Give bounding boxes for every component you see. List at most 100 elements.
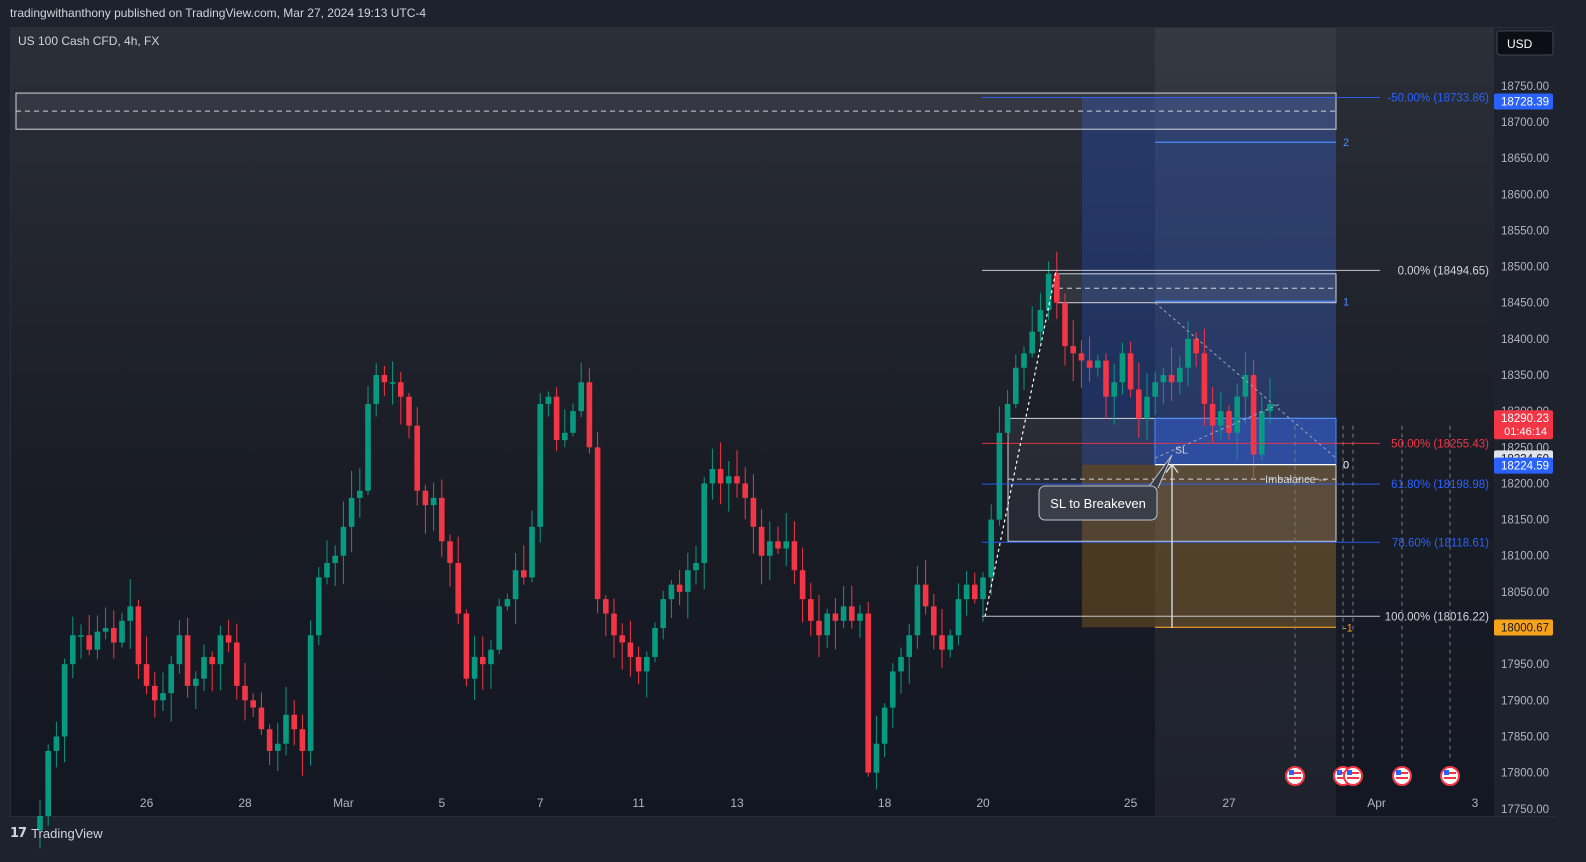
fib-level-label: 50.00% (18255.43) — [1391, 438, 1489, 450]
candle-body — [693, 562, 699, 571]
time-tick: 27 — [1222, 796, 1236, 810]
candle-body — [135, 606, 142, 665]
candle-body — [1136, 389, 1142, 419]
price-tick: 18050.00 — [1501, 587, 1549, 599]
candle-body — [1111, 382, 1117, 397]
time-tick: 13 — [730, 796, 744, 810]
candle-body — [61, 664, 68, 737]
candle-body — [299, 729, 306, 751]
price-badge-label: 18000.67 — [1501, 623, 1549, 635]
candle-body — [988, 519, 994, 578]
candle-body — [340, 526, 347, 556]
price-tick: 17900.00 — [1501, 695, 1549, 707]
candle-body — [176, 635, 183, 665]
candle-body — [1013, 367, 1019, 404]
candle-body — [152, 685, 158, 701]
candle-body — [709, 468, 716, 484]
footer: 𝟭𝟳 TradingView — [0, 820, 1586, 862]
time-tick: 28 — [238, 796, 252, 810]
us-flag-canton — [1396, 770, 1401, 775]
candle-body — [734, 476, 740, 484]
candle-body — [947, 635, 953, 650]
candle-body — [94, 631, 101, 650]
candle-body — [455, 562, 461, 614]
currency-label: USD — [1507, 37, 1533, 51]
candle-body — [275, 743, 281, 751]
candle-body — [939, 635, 945, 650]
price-tick: 17950.00 — [1501, 659, 1549, 671]
candle-body — [217, 635, 224, 665]
candle-body — [1144, 396, 1150, 419]
time-tick: 18 — [878, 796, 892, 810]
candle-body — [307, 635, 314, 751]
candle-body — [603, 599, 609, 614]
candle-body — [348, 497, 355, 527]
candle-body — [242, 685, 248, 701]
candle-body — [496, 606, 502, 650]
candle-body — [70, 635, 76, 665]
candle-body — [922, 584, 929, 607]
price-tick: 18350.00 — [1501, 370, 1549, 382]
projection-label: 0 — [1343, 460, 1349, 472]
candle-body — [832, 613, 839, 621]
price-tick: 18450.00 — [1501, 298, 1549, 310]
price-tick: 18700.00 — [1501, 117, 1549, 129]
candle-body — [111, 628, 117, 643]
us-flag-icon — [1285, 766, 1305, 786]
price-tick: 18200.00 — [1501, 478, 1549, 490]
candle-body — [430, 497, 437, 506]
candle-body — [250, 700, 256, 708]
candle-body — [471, 656, 478, 679]
candle-body — [1177, 367, 1183, 383]
brand-name: TradingView — [31, 826, 103, 841]
candle-body — [652, 628, 658, 657]
candle-body — [414, 425, 420, 491]
candle-body — [422, 490, 429, 506]
time-tick: 7 — [537, 796, 544, 810]
price-axis: USD 17750.00 17800.00 17850.00 17900.00 17950… — [1494, 28, 1556, 816]
candle-body — [53, 736, 60, 751]
candle-body — [627, 642, 634, 657]
candle-body — [1119, 353, 1126, 383]
candle-body — [504, 599, 511, 607]
candle-body — [553, 396, 560, 441]
candle-body — [914, 584, 921, 636]
candle-body — [676, 584, 683, 592]
candle-body — [906, 635, 912, 657]
candle-body — [767, 541, 773, 556]
candle-body — [160, 693, 166, 701]
us-flag-icon — [1440, 766, 1460, 786]
time-tick: 26 — [140, 796, 154, 810]
price-tick: 18500.00 — [1501, 262, 1549, 274]
candle-body — [783, 541, 789, 549]
price-tick: 18400.00 — [1501, 334, 1549, 346]
candle-body — [389, 382, 396, 384]
candlestick-chart[interactable]: US 100 Cash CFD, 4h, FX -50.00% (18733.86… — [0, 0, 1586, 862]
candle-body — [266, 729, 273, 751]
candle-body — [1070, 346, 1076, 354]
countdown-label: 01:46:14 — [1504, 426, 1547, 438]
candle-body — [791, 541, 798, 571]
candle-body — [1029, 331, 1035, 354]
zones-layer — [15, 28, 1337, 816]
fib-level-label: -50.00% (18733.86) — [1387, 93, 1489, 105]
symbol-label: US 100 Cash CFD, 4h, FX — [18, 34, 159, 48]
candle-body — [1185, 338, 1191, 368]
candle-body — [119, 620, 125, 643]
candle-body — [881, 707, 888, 744]
candle-body — [775, 541, 781, 549]
imbalance-zone — [1154, 417, 1337, 466]
time-tick: 5 — [438, 796, 445, 810]
candle-body — [283, 714, 289, 744]
candle-body — [234, 642, 240, 686]
candle-body — [1021, 353, 1027, 368]
fib-level-label: 78.60% (18118.61) — [1392, 537, 1489, 549]
price-tick: 17750.00 — [1501, 804, 1549, 816]
candle-body — [717, 468, 724, 484]
candle-body — [521, 570, 527, 578]
us-flag-canton — [1337, 770, 1342, 775]
candle-body — [742, 483, 748, 498]
tradingview-brand[interactable]: 𝟭𝟳 TradingView — [10, 826, 103, 841]
us-flag-icon — [1392, 766, 1412, 786]
fib-level-label: 100.00% (18016.22) — [1385, 611, 1489, 623]
